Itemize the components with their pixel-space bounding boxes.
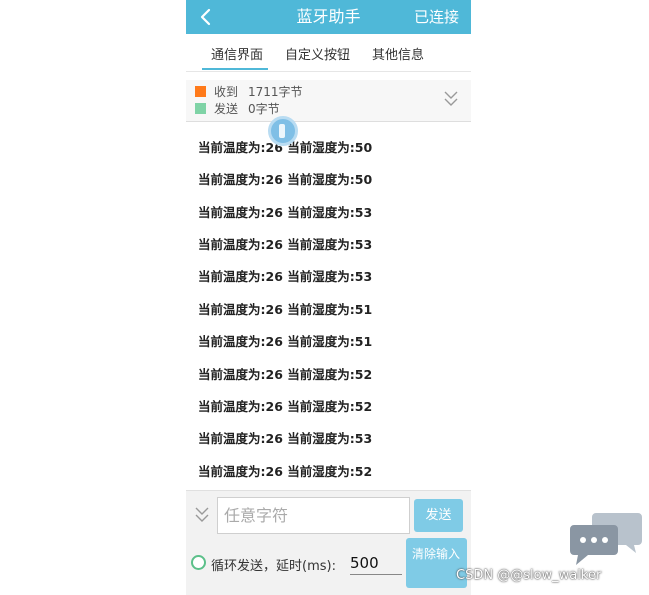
received-color-square-icon [195, 86, 206, 97]
connection-status[interactable]: 已连接 [414, 0, 459, 34]
received-stat: 收到 1711字节 [195, 84, 303, 100]
log-line: 当前温度为:26 当前湿度为:52 [198, 464, 373, 479]
send-button[interactable]: 发送 [414, 499, 463, 532]
delay-input[interactable] [350, 551, 402, 575]
log-line: 当前温度为:26 当前湿度为:53 [198, 237, 373, 252]
send-panel: 发送 循环发送，延时(ms): 清除输入 [186, 490, 471, 595]
double-chevron-down-icon [195, 507, 209, 522]
received-label: 收到 [214, 85, 239, 99]
log-line: 当前温度为:26 当前湿度为:50 [198, 172, 373, 187]
loop-send-label: 循环发送，延时(ms): [211, 559, 336, 574]
chat-bubble-icon [570, 513, 642, 565]
log-line: 当前温度为:26 当前湿度为:51 [198, 302, 373, 317]
sent-value: 0字节 [248, 102, 280, 116]
double-chevron-down-icon [444, 91, 458, 106]
log-line: 当前温度为:26 当前湿度为:52 [198, 367, 373, 382]
tab-bar: 通信界面 自定义按钮 其他信息 [186, 34, 471, 72]
loop-send-radio[interactable] [191, 555, 206, 570]
log-line: 当前温度为:26 当前湿度为:53 [198, 205, 373, 220]
log-line: 当前温度为:26 当前湿度为:52 [198, 399, 373, 414]
tab-other-info[interactable]: 其他信息 [372, 44, 424, 63]
byte-stats-panel: 收到 1711字节 发送 0字节 [186, 80, 471, 122]
sent-stat: 发送 0字节 [195, 101, 280, 117]
log-line: 当前温度为:26 当前湿度为:51 [198, 334, 373, 349]
app-header: 蓝牙助手 已连接 [186, 0, 471, 34]
expand-send-panel-button[interactable] [194, 505, 210, 527]
sent-color-square-icon [195, 103, 206, 114]
log-line: 当前温度为:26 当前湿度为:53 [198, 269, 373, 284]
phone-screen: 蓝牙助手 已连接 通信界面 自定义按钮 其他信息 收到 1711字节 发送 0字节 … [186, 0, 471, 595]
tab-custom-buttons[interactable]: 自定义按钮 [285, 44, 350, 63]
log-line: 当前温度为:26 当前湿度为:53 [198, 431, 373, 446]
receive-log[interactable]: 当前温度为:26 当前湿度为:50 当前温度为:26 当前湿度为:50 当前温度… [186, 124, 471, 490]
watermark: CSDN @@slow_walker [456, 568, 602, 583]
floating-assist-glyph-icon [279, 124, 285, 138]
received-value: 1711字节 [248, 85, 303, 99]
collapse-stats-button[interactable] [443, 88, 459, 112]
tab-communication[interactable]: 通信界面 [211, 44, 263, 63]
active-tab-indicator [202, 68, 268, 70]
sent-label: 发送 [214, 102, 239, 116]
message-input[interactable] [217, 497, 410, 534]
floating-assist-icon[interactable] [268, 116, 298, 146]
